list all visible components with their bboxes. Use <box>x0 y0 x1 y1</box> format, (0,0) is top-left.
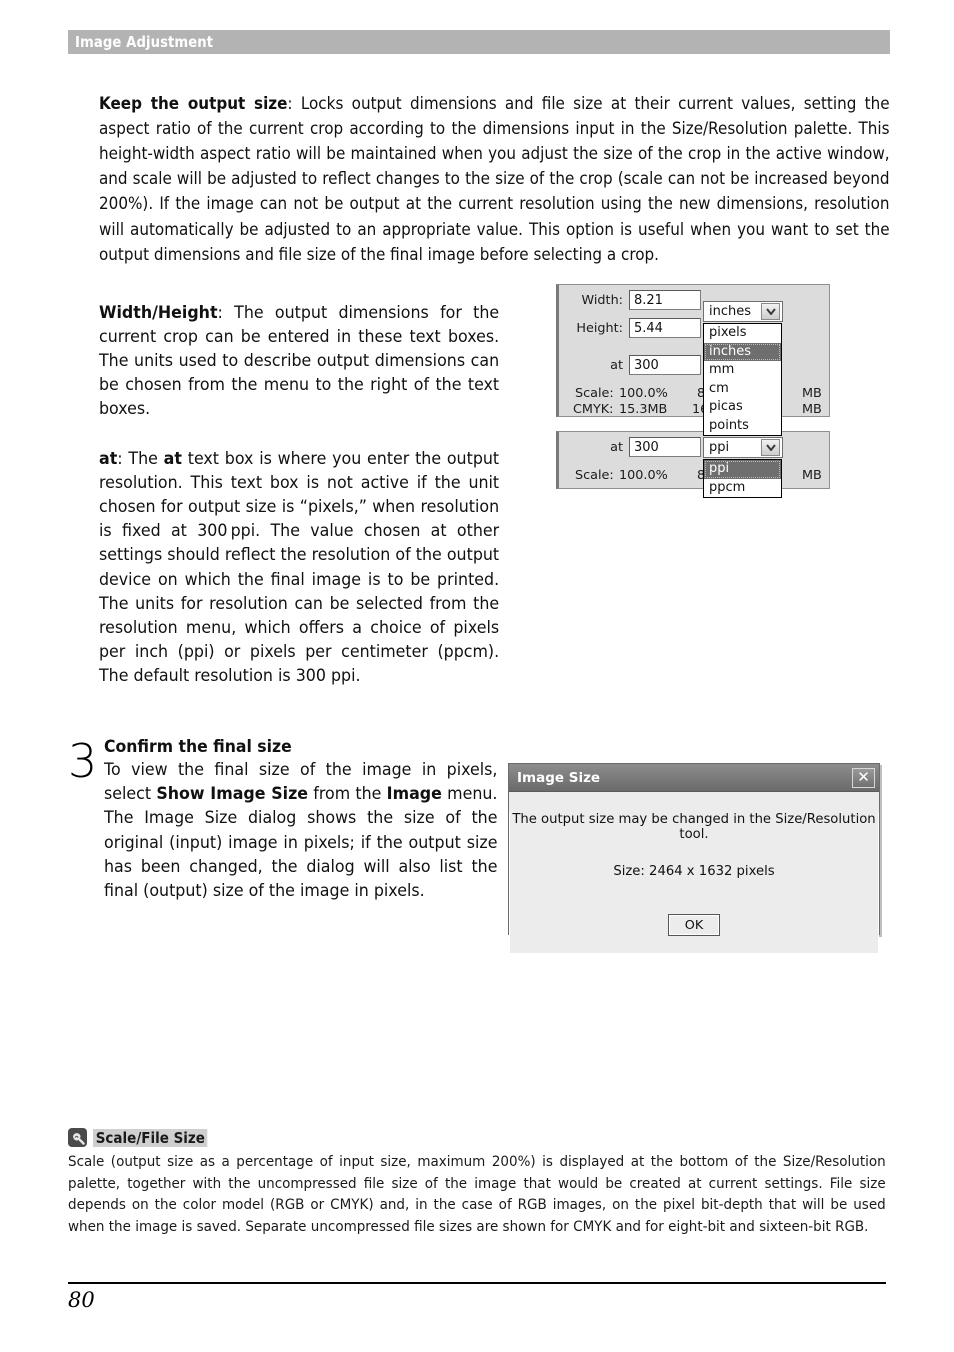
chevron-down-icon[interactable] <box>761 303 780 320</box>
paragraph-at-part1: : The <box>117 448 164 468</box>
unit-option-mm[interactable]: mm <box>704 361 781 380</box>
width-field-row: Width: 8.21 <box>567 290 701 310</box>
unit-combo-value: inches <box>709 304 752 319</box>
step-text-part2: from the <box>308 784 387 804</box>
close-icon[interactable]: ✕ <box>852 767 875 788</box>
height-label: Height: <box>576 320 623 336</box>
cmyk-label: CMYK: <box>573 402 614 417</box>
unit-option-points[interactable]: points <box>704 417 781 436</box>
step-body: Confirm the final size To view the final … <box>104 736 497 903</box>
step-number: 3 <box>68 734 98 788</box>
res-at-field-row: at 300 <box>567 437 701 457</box>
paragraph-keep-output-size: Keep the output size: Locks output dimen… <box>99 91 890 267</box>
term-width-height: Width/Height <box>99 302 218 322</box>
step-heading: Confirm the final size <box>104 737 292 756</box>
page-number: 80 <box>68 1288 95 1312</box>
step-bold-show-image-size: Show Image Size <box>156 784 309 804</box>
unit-combo-box[interactable]: inches <box>703 301 783 322</box>
paragraph-keep-output-size-text: : Locks output dimensions and file size … <box>99 93 890 264</box>
step-3-block: 3 Confirm the final size To view the fina… <box>68 736 498 903</box>
term-at: at <box>99 448 118 468</box>
rgb-16bit-mb: MB <box>802 402 822 417</box>
magnifier-icon <box>68 1128 87 1147</box>
resolution-combo-box[interactable]: ppi <box>703 437 783 458</box>
scale-value: 100.0% <box>619 386 668 401</box>
note-header: Scale/File Size <box>68 1128 886 1147</box>
cmyk-value: 15.3MB <box>619 402 668 417</box>
note-block: Scale/File Size Scale (output size as a … <box>68 1128 886 1237</box>
res-scale-value: 100.0% <box>619 468 668 483</box>
ok-button[interactable]: OK <box>668 914 720 936</box>
term-keep-output-size: Keep the output size <box>99 93 288 113</box>
resolution-unit-palette-screenshot: at 300 Scale: 100.0% 8- MB ppi ppi ppcm <box>556 431 830 498</box>
paragraph-at-part2: text box is where you enter the output r… <box>99 448 500 686</box>
res-rgb-8bit-mb: MB <box>802 468 822 483</box>
page-title: Image Adjustment <box>75 33 214 51</box>
resolution-combo-value: ppi <box>709 440 730 455</box>
res-at-input[interactable]: 300 <box>629 437 701 457</box>
dialog-titlebar: Image Size ✕ <box>509 764 879 792</box>
size-resolution-palette-screenshot: Width: 8.21 Height: 5.44 at 300 Scale: 1… <box>556 284 830 436</box>
width-input[interactable]: 8.21 <box>629 290 701 310</box>
image-size-dialog: Image Size ✕ The output size may be chan… <box>508 763 880 954</box>
dialog-body: The output size may be changed in the Si… <box>509 812 879 954</box>
width-label: Width: <box>581 292 624 308</box>
paragraph-width-height: Width/Height: The output dimensions for … <box>99 301 499 422</box>
unit-option-cm[interactable]: cm <box>704 380 781 399</box>
resolution-field-row: at 300 <box>567 355 701 375</box>
scale-label: Scale: <box>575 386 614 401</box>
note-title: Scale/File Size <box>93 1128 208 1147</box>
chevron-down-icon[interactable] <box>761 439 780 456</box>
height-input[interactable]: 5.44 <box>629 318 701 338</box>
res-at-label: at <box>610 439 623 455</box>
step-bold-image: Image <box>386 784 442 804</box>
resolution-option-ppcm[interactable]: ppcm <box>704 479 781 498</box>
at-input[interactable]: 300 <box>629 355 701 375</box>
unit-option-inches[interactable]: inches <box>704 342 781 361</box>
dialog-message: The output size may be changed in the Si… <box>512 812 876 842</box>
footer-divider <box>68 1282 886 1284</box>
height-field-row: Height: 5.44 <box>567 318 701 338</box>
dialog-title: Image Size <box>517 769 601 786</box>
resolution-dropdown-list[interactable]: ppi ppcm <box>703 459 782 498</box>
note-body: Scale (output size as a percentage of in… <box>68 1153 886 1235</box>
unit-option-pixels[interactable]: pixels <box>704 324 781 343</box>
running-header-bar: Image Adjustment <box>68 30 890 54</box>
unit-option-picas[interactable]: picas <box>704 398 781 417</box>
resolution-option-ppi[interactable]: ppi <box>704 460 781 479</box>
unit-dropdown-list[interactable]: pixels inches mm cm picas points <box>703 323 782 436</box>
rgb-8bit-mb: MB <box>802 386 822 401</box>
term-at-inline: at <box>163 448 182 468</box>
at-label: at <box>610 357 623 373</box>
res-scale-label: Scale: <box>575 468 614 483</box>
paragraph-at: at: The at text box is where you enter t… <box>99 447 499 689</box>
dialog-size-value: Size: 2464 x 1632 pixels <box>613 864 775 879</box>
